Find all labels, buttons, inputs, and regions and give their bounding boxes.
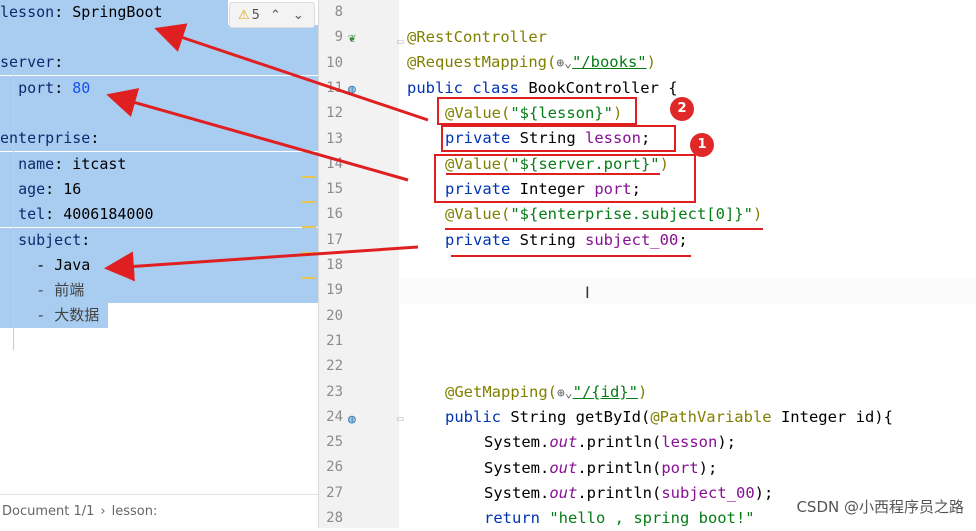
scrollbar-warning-marker[interactable] <box>302 277 316 279</box>
annotation-underline <box>446 173 660 175</box>
scrollbar-warning-marker[interactable] <box>302 252 316 254</box>
yaml-line-enterprise: enterprise: <box>0 129 100 147</box>
yaml-line-age: age: 16 <box>18 180 82 198</box>
line-number: 15 <box>326 181 343 198</box>
line-number: 19 <box>326 282 343 299</box>
line-number: 27 <box>326 484 343 501</box>
chevron-down-icon[interactable]: ⌄ <box>293 8 304 23</box>
warning-count: 5 <box>251 7 260 23</box>
yaml-line-frontend: - 前端 <box>36 281 85 299</box>
line-number: 28 <box>326 510 343 526</box>
document-indicator[interactable]: Document 1/1 <box>2 504 94 519</box>
code-line-23: @GetMapping(⊕⌄"/{id}") <box>445 383 648 401</box>
line-number: 21 <box>326 332 343 349</box>
code-line-16: @Value("${enterprise.subject[0]}") <box>445 205 763 223</box>
yaml-line-name: name: itcast <box>18 155 127 173</box>
chevron-up-icon[interactable]: ⌃ <box>270 8 281 23</box>
yaml-editor[interactable]: lesson: SpringBoot server: port: 80 ente… <box>0 0 318 490</box>
line-number: 9 <box>334 29 343 46</box>
scrollbar-warning-marker[interactable] <box>302 176 316 178</box>
text-cursor-icon: I <box>585 283 590 302</box>
annotation-box <box>441 125 676 152</box>
breadcrumb-item[interactable]: lesson: <box>112 504 158 519</box>
annotation-box <box>434 154 696 203</box>
annotation-underline <box>445 228 763 230</box>
code-line-26: System.out.println(port); <box>484 459 718 477</box>
code-line-28: return "hello , spring boot!" <box>484 509 755 527</box>
warning-triangle-icon: ⚠ <box>238 7 250 23</box>
yaml-line-port: port: 80 <box>18 79 91 97</box>
fold-icon[interactable]: ▭ <box>397 35 404 48</box>
code-line-27: System.out.println(subject_00); <box>484 484 774 502</box>
web-mapping-icon[interactable]: ◍ <box>348 412 356 427</box>
globe-icon: ⊕⌄ <box>556 56 572 71</box>
code-line-24: public String getById(@PathVariable Inte… <box>445 408 893 426</box>
selection-highlight <box>0 25 318 51</box>
line-number: 17 <box>326 231 343 248</box>
line-number: 20 <box>326 307 343 324</box>
line-number: 10 <box>326 54 343 71</box>
scrollbar-warning-marker[interactable] <box>302 201 316 203</box>
web-mapping-icon[interactable]: ◍ <box>348 82 356 97</box>
line-number: 14 <box>326 155 343 172</box>
yaml-line-lesson: lesson: SpringBoot <box>0 3 163 21</box>
line-number: 23 <box>326 383 343 400</box>
line-number: 16 <box>326 206 343 223</box>
yaml-line-bigdata: - 大数据 <box>36 306 100 324</box>
line-number: 12 <box>326 105 343 122</box>
step-badge-1: 1 <box>690 133 714 157</box>
spring-bean-icon[interactable]: ❦ <box>348 31 356 46</box>
line-number: 22 <box>326 358 343 375</box>
watermark: CSDN @小西程序员之路 <box>796 498 964 516</box>
selection-highlight <box>0 101 318 127</box>
yaml-editor-pane: lesson: SpringBoot server: port: 80 ente… <box>0 0 319 528</box>
code-line-10: @RequestMapping(⊕⌄"/books") <box>407 53 656 71</box>
line-number: 13 <box>326 130 343 147</box>
code-line-9: @RestController <box>407 28 547 46</box>
yaml-line-tel: tel: 4006184000 <box>18 205 154 223</box>
annotation-underline <box>451 255 691 257</box>
current-line-highlight <box>399 279 976 304</box>
fold-icon[interactable]: ▭ <box>397 412 404 425</box>
yaml-line-server: server: <box>0 53 64 71</box>
scrollbar-warning-marker[interactable] <box>302 226 316 228</box>
chevron-right-icon: › <box>100 504 106 519</box>
line-number: 25 <box>326 434 343 451</box>
yaml-line-subject: subject: <box>18 231 91 249</box>
yaml-line-java: - Java <box>36 256 91 274</box>
line-number: 24 <box>326 408 343 425</box>
code-line-17: private String subject_00; <box>445 231 688 249</box>
line-number: 11 <box>326 79 343 96</box>
code-line-25: System.out.println(lesson); <box>484 433 736 451</box>
yaml-breadcrumb-bar: Document 1/1 › lesson: <box>0 494 318 528</box>
line-number: 18 <box>326 257 343 273</box>
globe-icon: ⊕⌄ <box>556 386 573 401</box>
line-number: 26 <box>326 459 343 476</box>
step-badge-2: 2 <box>670 97 694 121</box>
inspection-widget[interactable]: ⚠ 5 ⌃ ⌄ <box>229 2 315 28</box>
annotation-box <box>437 97 637 125</box>
line-number: 8 <box>334 4 343 20</box>
